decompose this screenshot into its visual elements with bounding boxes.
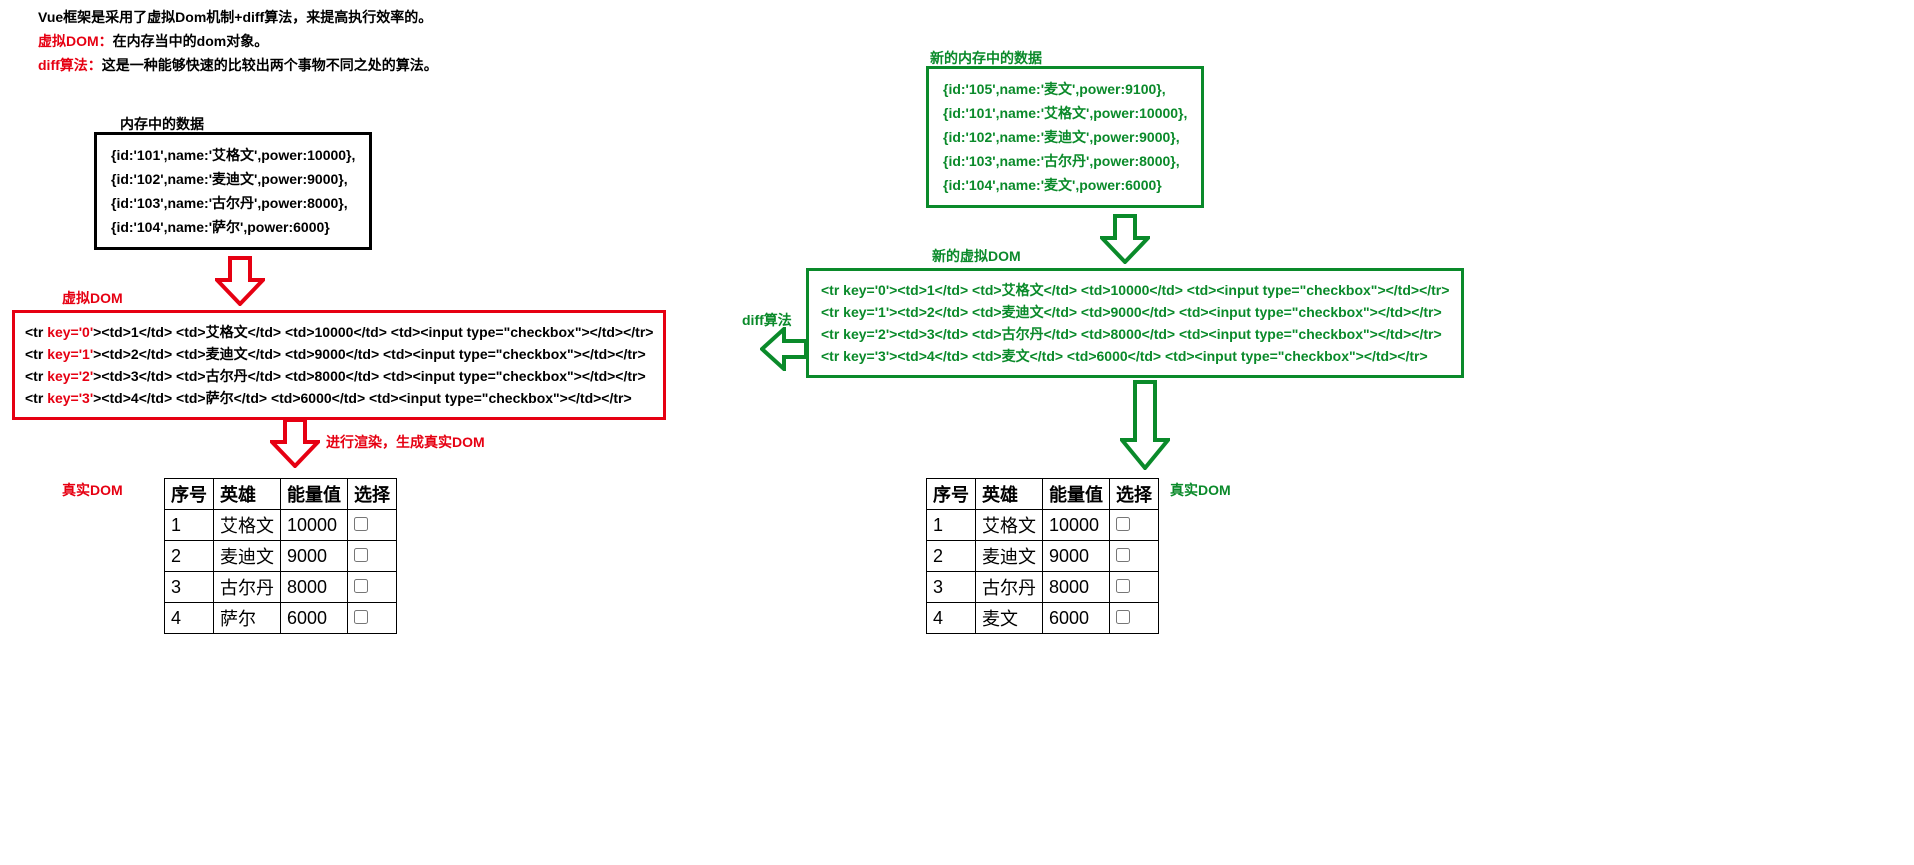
th-select: 选择 (1110, 479, 1159, 510)
arrow-down-icon (1120, 380, 1170, 473)
header-line3: diff算法：这是一种能够快速的比较出两个事物不同之处的算法。 (38, 54, 438, 76)
real-dom-label-left: 真实DOM (62, 480, 123, 500)
real-dom-table-right: 序号 英雄 能量值 选择 1艾格文10000 2麦迪文9000 3古尔丹8000… (926, 478, 1159, 634)
row-checkbox[interactable] (354, 610, 368, 624)
vdom-line: <tr key='0'><td>1</td> <td>艾格文</td> <td>… (25, 321, 653, 343)
data-line: {id:'101',name:'艾格文',power:10000}, (111, 143, 355, 167)
data-line: {id:'104',name:'麦文',power:6000} (943, 173, 1187, 197)
vdom-line: <tr key='2'><td>3</td> <td>古尔丹</td> <td>… (25, 365, 653, 387)
table-row: 4麦文6000 (927, 603, 1159, 634)
data-line: {id:'102',name:'麦迪文',power:9000}, (943, 125, 1187, 149)
header-line2: 虚拟DOM：在内存当中的dom对象。 (38, 30, 438, 52)
diff-desc: 这是一种能够快速的比较出两个事物不同之处的算法。 (102, 57, 438, 73)
th-hero: 英雄 (214, 479, 281, 510)
vdom-line: <tr key='3'><td>4</td> <td>麦文</td> <td>6… (821, 345, 1449, 367)
virtual-dom-box-left: <tr key='0'><td>1</td> <td>艾格文</td> <td>… (12, 310, 666, 420)
th-select: 选择 (348, 479, 397, 510)
memory-data-box-left: {id:'101',name:'艾格文',power:10000}, {id:'… (94, 132, 372, 250)
table-row: 3古尔丹8000 (165, 572, 397, 603)
row-checkbox[interactable] (1116, 610, 1130, 624)
header-line1: Vue框架是采用了虚拟Dom机制+diff算法，来提高执行效率的。 (38, 6, 438, 28)
table-row: 3古尔丹8000 (927, 572, 1159, 603)
vdom-line: <tr key='1'><td>2</td> <td>麦迪文</td> <td>… (821, 301, 1449, 323)
vdom-line: <tr key='2'><td>3</td> <td>古尔丹</td> <td>… (821, 323, 1449, 345)
table-row: 4萨尔6000 (165, 603, 397, 634)
arrow-down-icon (270, 418, 320, 471)
data-line: {id:'101',name:'艾格文',power:10000}, (943, 101, 1187, 125)
table-header-row: 序号 英雄 能量值 选择 (927, 479, 1159, 510)
table-row: 1艾格文10000 (165, 510, 397, 541)
th-power: 能量值 (1043, 479, 1110, 510)
table-header-row: 序号 英雄 能量值 选择 (165, 479, 397, 510)
data-line: {id:'103',name:'古尔丹',power:8000}, (111, 191, 355, 215)
vdom-line: <tr key='3'><td>4</td> <td>萨尔</td> <td>6… (25, 387, 653, 409)
th-hero: 英雄 (976, 479, 1043, 510)
vdom-line: <tr key='1'><td>2</td> <td>麦迪文</td> <td>… (25, 343, 653, 365)
data-line: {id:'104',name:'萨尔',power:6000} (111, 215, 355, 239)
virtual-dom-label-right: 新的虚拟DOM (932, 246, 1021, 266)
data-line: {id:'105',name:'麦文',power:9100}, (943, 77, 1187, 101)
row-checkbox[interactable] (354, 517, 368, 531)
diff-term: diff算法： (38, 57, 102, 73)
row-checkbox[interactable] (354, 548, 368, 562)
table-row: 2麦迪文9000 (165, 541, 397, 572)
vdom-term: 虚拟DOM： (38, 33, 113, 49)
th-seq: 序号 (927, 479, 976, 510)
real-dom-label-right: 真实DOM (1170, 480, 1231, 500)
virtual-dom-box-right: <tr key='0'><td>1</td> <td>艾格文</td> <td>… (806, 268, 1464, 378)
data-line: {id:'102',name:'麦迪文',power:9000}, (111, 167, 355, 191)
memory-data-box-right: {id:'105',name:'麦文',power:9100}, {id:'10… (926, 66, 1204, 208)
th-power: 能量值 (281, 479, 348, 510)
virtual-dom-label-left: 虚拟DOM (62, 288, 123, 308)
real-dom-table-left: 序号 英雄 能量值 选择 1艾格文10000 2麦迪文9000 3古尔丹8000… (164, 478, 397, 634)
arrow-down-icon (215, 256, 265, 309)
memory-data-label-left: 内存中的数据 (120, 114, 204, 134)
row-checkbox[interactable] (1116, 579, 1130, 593)
row-checkbox[interactable] (354, 579, 368, 593)
arrow-down-icon (1100, 214, 1150, 267)
memory-data-label-right: 新的内存中的数据 (930, 48, 1042, 68)
data-line: {id:'103',name:'古尔丹',power:8000}, (943, 149, 1187, 173)
th-seq: 序号 (165, 479, 214, 510)
arrow-left-icon (760, 327, 808, 374)
table-row: 1艾格文10000 (927, 510, 1159, 541)
header-description: Vue框架是采用了虚拟Dom机制+diff算法，来提高执行效率的。 虚拟DOM：… (38, 6, 438, 78)
row-checkbox[interactable] (1116, 517, 1130, 531)
row-checkbox[interactable] (1116, 548, 1130, 562)
table-row: 2麦迪文9000 (927, 541, 1159, 572)
render-label: 进行渲染，生成真实DOM (326, 432, 485, 452)
vdom-desc: 在内存当中的dom对象。 (113, 33, 269, 49)
vdom-line: <tr key='0'><td>1</td> <td>艾格文</td> <td>… (821, 279, 1449, 301)
